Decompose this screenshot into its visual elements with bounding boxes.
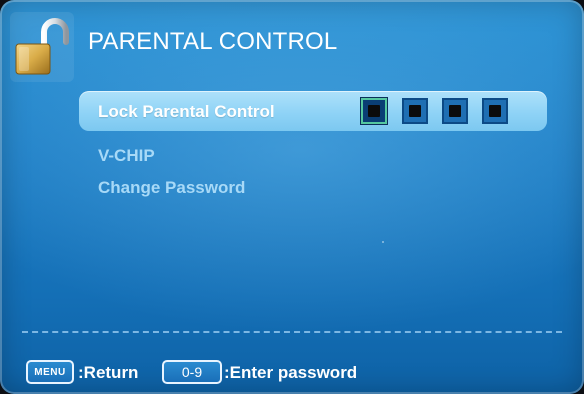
password-mask-icon — [489, 105, 501, 117]
footer-hints: MENU :Return 0-9 :Enter password — [0, 360, 584, 388]
menu-item-label: V-CHIP — [98, 146, 155, 165]
menu-item-label: Lock Parental Control — [98, 102, 275, 121]
open-padlock-icon — [10, 12, 74, 82]
screen-speck — [382, 241, 384, 243]
footer-divider — [22, 331, 562, 333]
menu-item-lock-parental-control[interactable]: Lock Parental Control — [79, 91, 547, 131]
menu-key-button[interactable]: MENU — [26, 360, 74, 384]
return-hint: :Return — [78, 363, 139, 382]
enter-password-hint: :Enter password — [224, 363, 358, 382]
menu-item-label: Change Password — [98, 178, 246, 197]
number-keys-button[interactable]: 0-9 — [162, 360, 222, 384]
password-digit-2[interactable] — [402, 98, 428, 124]
password-mask-icon — [368, 105, 380, 117]
password-mask-icon — [449, 105, 461, 117]
page-title: PARENTAL CONTROL — [88, 28, 338, 55]
password-mask-icon — [409, 105, 421, 117]
menu-item-change-password[interactable]: Change Password — [79, 170, 547, 210]
parental-control-screen: PARENTAL CONTROL Lock Parental Control V… — [0, 0, 584, 394]
password-digit-1[interactable] — [361, 98, 387, 124]
password-digit-4[interactable] — [482, 98, 508, 124]
password-digit-3[interactable] — [442, 98, 468, 124]
